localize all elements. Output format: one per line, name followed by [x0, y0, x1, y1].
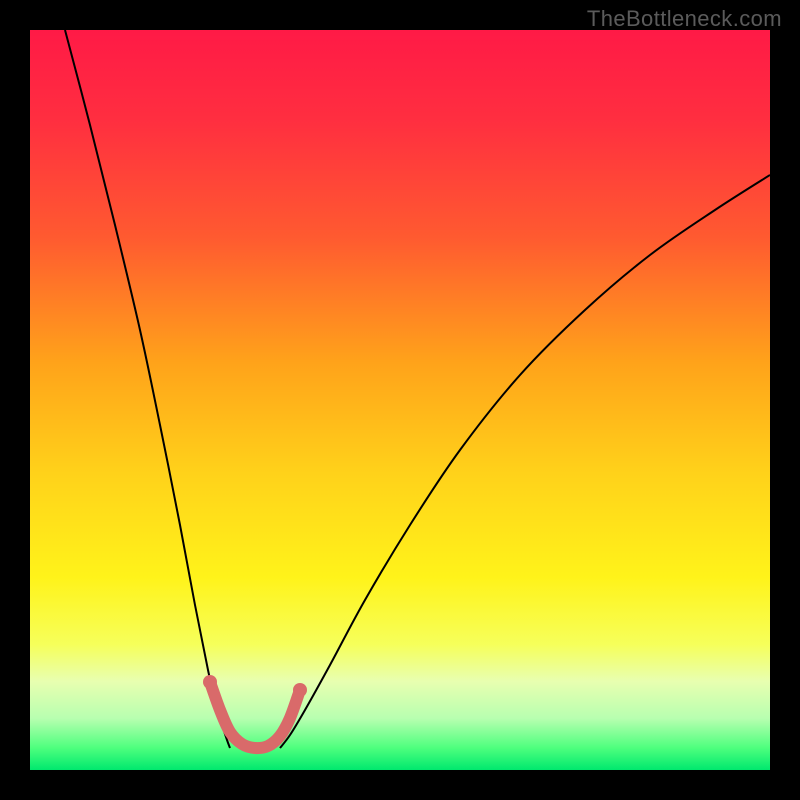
trough-marker: [293, 683, 307, 697]
trough-marker: [203, 675, 217, 689]
chart-frame: TheBottleneck.com: [0, 0, 800, 800]
right-branch-curve: [280, 175, 770, 748]
curves-layer: [30, 30, 770, 770]
watermark-text: TheBottleneck.com: [587, 6, 782, 32]
left-branch-curve: [65, 30, 230, 748]
trough-highlight-curve: [210, 682, 300, 748]
plot-area: [30, 30, 770, 770]
